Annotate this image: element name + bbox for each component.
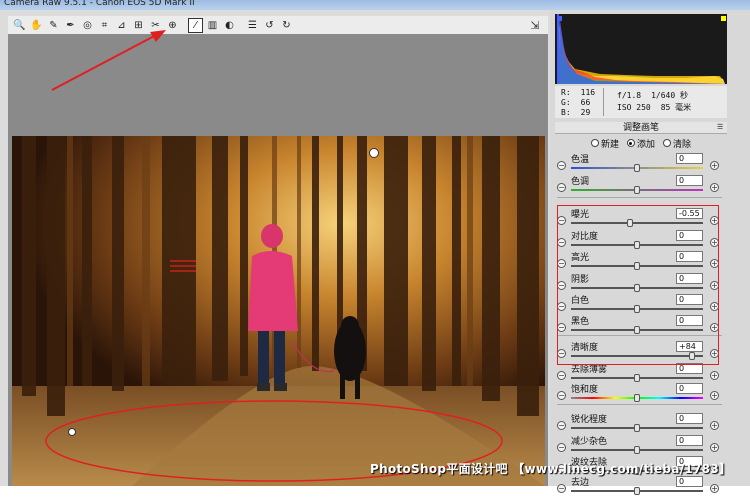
mode-radio-1[interactable]: 添加: [626, 137, 655, 150]
plus-icon[interactable]: +: [710, 183, 719, 192]
slider-thumb[interactable]: [634, 424, 640, 432]
r-value: 116: [580, 88, 596, 97]
group-divider: [557, 197, 722, 198]
plus-icon[interactable]: +: [710, 391, 719, 400]
panel-title: 调整画笔: [555, 122, 727, 134]
window-title: Camera Raw 9.5.1 - Canon EOS 5D Mark II: [4, 0, 195, 8]
minus-icon[interactable]: −: [557, 443, 566, 452]
plus-icon[interactable]: +: [710, 421, 719, 430]
mode-label: 新建: [600, 139, 619, 150]
slider-thumb[interactable]: [634, 186, 640, 194]
minus-icon[interactable]: −: [557, 421, 566, 430]
minus-icon[interactable]: −: [557, 371, 566, 380]
slider-label: 色调: [571, 177, 590, 187]
b-label: B:: [561, 108, 571, 117]
slider-thumb[interactable]: [634, 164, 640, 172]
r-label: R:: [561, 88, 571, 97]
slider-value-input[interactable]: 0: [676, 435, 703, 446]
mode-radio-0[interactable]: 新建: [590, 137, 619, 150]
slider-label: 锐化程度: [571, 415, 608, 425]
preferences-icon[interactable]: ☰: [245, 18, 260, 33]
plus-icon[interactable]: +: [710, 161, 719, 170]
photo-preview[interactable]: [12, 136, 545, 486]
camera-info: R: 116 G: 66 B: 29 f/1.8 1/640 秒 ISO 250 85 毫…: [555, 86, 727, 118]
watermark: PhotoShop平面设计吧 【www.linecg.com/tieba/178…: [370, 462, 732, 476]
plus-icon[interactable]: +: [710, 371, 719, 380]
slider-value-input[interactable]: 0: [676, 153, 703, 164]
minus-icon[interactable]: −: [557, 484, 566, 493]
focal-length: 85 毫米: [660, 103, 692, 112]
group-divider: [557, 404, 722, 405]
slider-row: − 色温 0 +: [555, 152, 727, 174]
slider-row: − 饱和度 0 +: [555, 382, 727, 404]
rotate-ccw-icon[interactable]: ↺: [262, 18, 277, 33]
slider-thumb[interactable]: [634, 374, 640, 382]
slider-label: 减少杂色: [571, 437, 608, 447]
histogram: [555, 14, 727, 84]
b-value: 29: [580, 108, 591, 117]
highlight-box: [557, 205, 719, 365]
mode-label: 添加: [636, 139, 655, 150]
plus-icon[interactable]: +: [710, 443, 719, 452]
slider-thumb[interactable]: [634, 446, 640, 454]
graduated-filter-icon[interactable]: ▥: [205, 18, 220, 33]
slider-row: − 色调 0 +: [555, 174, 727, 196]
slider-row: − 锐化程度 0 +: [555, 412, 727, 434]
slider-label: 饱和度: [571, 385, 599, 395]
rotate-cw-icon[interactable]: ↻: [279, 18, 294, 33]
mode-radio-2[interactable]: 清除: [663, 137, 691, 150]
slider-value-input[interactable]: 0: [676, 413, 703, 424]
zoom-icon[interactable]: 🔍: [12, 18, 27, 33]
slider-thumb[interactable]: [634, 487, 640, 495]
plus-icon[interactable]: +: [710, 484, 719, 493]
shutter-speed: 1/640 秒: [651, 91, 688, 100]
slider-row: − 去除薄雾 0 +: [555, 362, 727, 384]
slider-value-input[interactable]: 0: [676, 175, 703, 186]
slider-row: − 去边 0 +: [555, 475, 727, 497]
g-value: 66: [580, 98, 591, 107]
panel-menu-icon[interactable]: ☰: [717, 123, 723, 131]
slider-row: − 减少杂色 0 +: [555, 434, 727, 456]
arrow-annotation: [51, 30, 166, 91]
slider-value-input[interactable]: 0: [676, 476, 703, 487]
adjustment-brush-icon[interactable]: ⁄: [188, 17, 203, 33]
photo-image: [12, 136, 545, 486]
minus-icon[interactable]: −: [557, 391, 566, 400]
slider-thumb[interactable]: [634, 394, 640, 402]
slider-label: 色温: [571, 155, 590, 165]
brush-mode-group: 新建 添加 清除: [555, 136, 727, 150]
title-bar: Camera Raw 9.5.1 - Canon EOS 5D Mark II: [0, 0, 750, 10]
minus-icon[interactable]: −: [557, 183, 566, 192]
slider-value-input[interactable]: 0: [676, 383, 703, 394]
radial-filter-icon[interactable]: ◐: [222, 18, 237, 33]
g-label: G:: [561, 98, 571, 107]
aperture: f/1.8: [617, 91, 642, 100]
mode-label: 清除: [673, 139, 692, 150]
iso: ISO 250: [617, 103, 651, 112]
export-icon[interactable]: ⇲: [528, 18, 542, 32]
minus-icon[interactable]: −: [557, 161, 566, 170]
